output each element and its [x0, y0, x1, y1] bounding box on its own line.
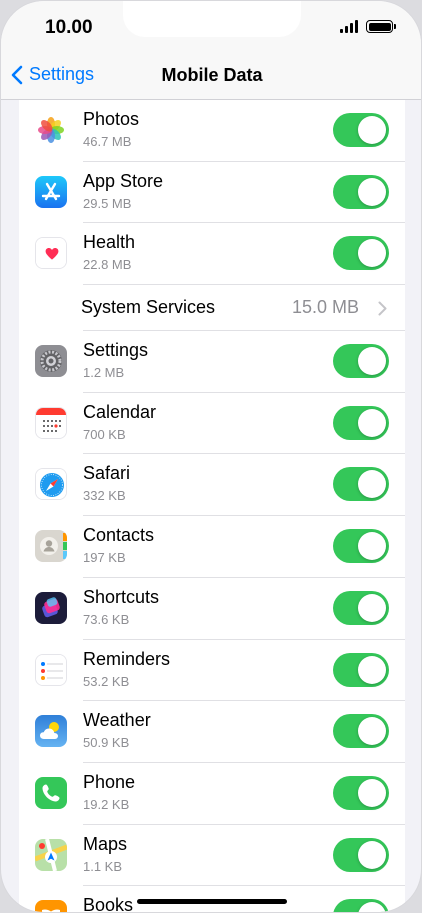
app-name: Reminders: [83, 648, 171, 669]
app-row-health: Health 22.8 MB: [19, 223, 405, 286]
app-store-icon: [35, 175, 67, 208]
photos-icon: [35, 114, 67, 146]
app-data-size: 53.2 KB: [83, 673, 130, 689]
phone-icon: [35, 776, 67, 809]
app-row-contacts: Contacts 197 KB: [19, 516, 405, 578]
system-services-row[interactable]: System Services 15.0 MB: [19, 285, 405, 332]
mobile-data-toggle-photos[interactable]: [333, 113, 389, 147]
mobile-data-toggle-weather[interactable]: [333, 714, 389, 749]
app-data-size: 197 KB: [83, 550, 126, 566]
app-name: Contacts: [83, 525, 155, 546]
signal-icon: [340, 20, 358, 33]
reminders-icon: [35, 653, 67, 686]
app-data-size: 46.7 MB: [83, 134, 132, 149]
app-name: Shortcuts: [83, 586, 160, 607]
app-row-calendar: Calendar 700 KB: [19, 393, 405, 455]
status-time: 10.00: [45, 17, 93, 38]
app-row-app-store: App Store 29.5 MB: [19, 162, 405, 224]
app-data-size: 332 KB: [83, 488, 126, 504]
chevron-right-icon: [378, 301, 387, 316]
app-name: Settings: [83, 340, 149, 361]
maps-icon: [35, 838, 67, 871]
app-row-phone: Phone 19.2 KB: [19, 763, 405, 825]
app-name: App Store: [83, 170, 164, 191]
calendar-icon: [35, 406, 67, 439]
app-data-size: 700 KB: [83, 426, 126, 442]
mobile-data-toggle-settings[interactable]: [333, 344, 389, 379]
app-data-size: 19.2 KB: [83, 796, 130, 812]
app-row-reminders: Reminders 53.2 KB: [19, 640, 405, 702]
contacts-icon: [35, 530, 67, 563]
shortcuts-icon: [35, 591, 67, 624]
safari-icon: [35, 468, 67, 501]
notch: [123, 1, 301, 37]
app-row-shortcuts: Shortcuts 73.6 KB: [19, 578, 405, 640]
phone-screen: 10.00 Settings Mobile Data Photos 46.7 M…: [0, 0, 422, 913]
app-data-size: 73.6 KB: [83, 611, 130, 627]
system-services-label: System Services: [81, 297, 216, 318]
app-data-size: 22.8 MB: [83, 257, 132, 273]
app-name: Photos: [83, 109, 140, 129]
battery-icon: [366, 20, 396, 33]
mobile-data-toggle-safari[interactable]: [333, 467, 389, 502]
app-name: Books: [83, 895, 134, 913]
app-data-size: 1.1 KB: [83, 858, 123, 874]
mobile-data-toggle-app-store[interactable]: [333, 174, 389, 209]
weather-icon: [35, 715, 67, 748]
app-data-size: 29.5 MB: [83, 195, 132, 211]
app-row-settings: Settings 1.2 MB: [19, 331, 405, 393]
app-row-safari: Safari 332 KB: [19, 454, 405, 517]
app-data-size: 50.9 KB: [83, 735, 130, 751]
app-name: Calendar: [83, 401, 157, 422]
app-row-weather: Weather 50.9 KB: [19, 701, 405, 763]
books-icon: [35, 900, 67, 912]
mobile-data-toggle-contacts[interactable]: [333, 529, 389, 564]
app-name: Phone: [83, 771, 136, 792]
app-row-photos: Photos 46.7 MB: [19, 100, 405, 162]
mobile-data-toggle-shortcuts[interactable]: [333, 590, 389, 625]
page-title: Mobile Data: [161, 65, 263, 85]
app-name: Weather: [83, 710, 151, 731]
mobile-data-toggle-calendar[interactable]: [333, 405, 389, 440]
mobile-data-toggle-reminders[interactable]: [333, 652, 389, 687]
home-indicator[interactable]: [137, 899, 287, 904]
mobile-data-toggle-books[interactable]: [333, 899, 389, 912]
app-data-size: 1.2 MB: [83, 365, 125, 381]
mobile-data-toggle-phone[interactable]: [333, 775, 389, 810]
app-row-maps: Maps 1.1 KB: [19, 825, 405, 887]
mobile-data-toggle-maps[interactable]: [333, 837, 389, 872]
system-services-value: 15.0 MB: [291, 297, 359, 318]
app-usage-list: Photos 46.7 MB App Store 29.5 MB Health …: [19, 100, 405, 913]
app-name: Safari: [83, 463, 131, 484]
app-name: Maps: [83, 833, 128, 854]
settings-icon: [35, 345, 67, 378]
status-icons: [340, 20, 396, 33]
health-icon: [35, 237, 67, 270]
mobile-data-toggle-health[interactable]: [333, 236, 389, 271]
app-name: Health: [83, 232, 136, 253]
